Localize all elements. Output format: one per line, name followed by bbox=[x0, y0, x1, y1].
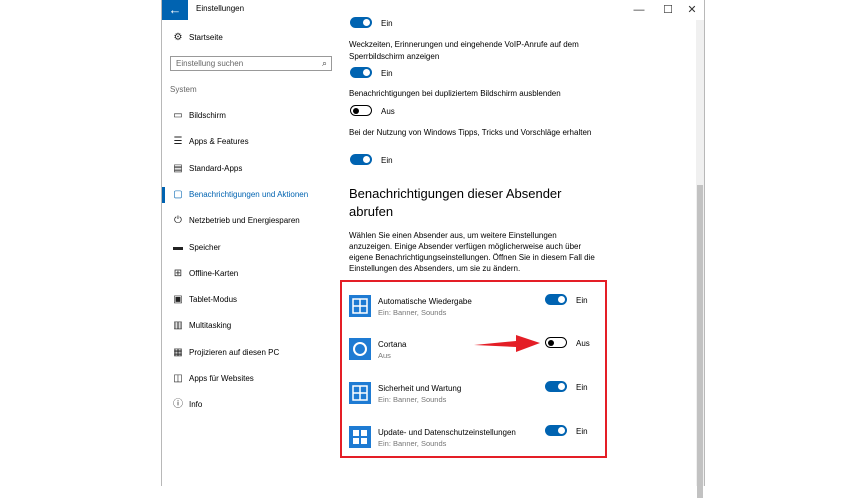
app-status: Ein: Banner, Sounds bbox=[378, 439, 447, 448]
sidebar-item-label: Offline-Karten bbox=[189, 268, 239, 278]
app-row[interactable]: Sicherheit und Wartung Ein: Banner, Sound… bbox=[348, 377, 598, 417]
app-toggle[interactable] bbox=[545, 337, 567, 348]
app-toggle[interactable] bbox=[545, 381, 567, 392]
search-icon: ⌕ bbox=[321, 58, 327, 68]
app-status: Ein: Banner, Sounds bbox=[378, 395, 447, 404]
sidebar-item-label: Apps für Websites bbox=[189, 374, 254, 383]
app-row[interactable]: Update- und Datenschutzeinstellungen Ein:… bbox=[348, 421, 598, 461]
sidebar: ⚙ Startseite Einstellung suchen ⌕ System… bbox=[162, 20, 342, 486]
duplicate-screen-state: Aus bbox=[381, 107, 395, 116]
multitasking-icon: ▥ bbox=[173, 320, 183, 332]
default-apps-icon: ▤ bbox=[173, 162, 183, 174]
sidebar-item-netzbetrieb-und-energiesparen[interactable]: ⏻ Netzbetrieb und Energiesparen bbox=[162, 211, 342, 231]
app-toggle[interactable] bbox=[545, 294, 567, 305]
sidebar-item-label: Speicher bbox=[189, 242, 221, 252]
senders-info: Wählen Sie einen Absender aus, um weiter… bbox=[349, 231, 595, 273]
top-toggle[interactable] bbox=[350, 17, 372, 28]
search-placeholder: Einstellung suchen bbox=[176, 59, 244, 68]
project-icon: ▦ bbox=[173, 346, 183, 358]
minimize-button[interactable]: — bbox=[624, 0, 654, 20]
gear-icon: ⚙ bbox=[173, 32, 183, 43]
senders-heading: Benachrichtigungen dieser Absender abruf… bbox=[349, 186, 562, 219]
windows-tips-state: Ein bbox=[381, 156, 393, 165]
lockscreen-voip-state: Ein bbox=[381, 69, 393, 78]
back-arrow-icon: ← bbox=[168, 2, 182, 17]
sidebar-item-label: Netzbetrieb und Energiesparen bbox=[189, 216, 300, 226]
back-button[interactable]: ← bbox=[162, 0, 188, 20]
sidebar-item-label: Apps & Features bbox=[189, 137, 249, 147]
power-icon: ⏻ bbox=[174, 215, 182, 227]
message-icon: ▢ bbox=[173, 188, 183, 200]
sidebar-item-apps-features[interactable]: ☰ Apps & Features bbox=[162, 132, 342, 152]
duplicate-screen-toggle[interactable] bbox=[350, 105, 372, 116]
duplicate-screen-desc: Benachrichtigungen bei dupliziertem Bild… bbox=[349, 89, 561, 98]
active-indicator bbox=[162, 186, 165, 203]
scrollbar-thumb[interactable] bbox=[697, 185, 703, 498]
sidebar-item-speicher[interactable]: ▬ Speicher bbox=[162, 238, 342, 258]
sidebar-item-tablet-modus[interactable]: ▣ Tablet-Modus bbox=[162, 290, 342, 310]
list-icon: ☰ bbox=[173, 136, 183, 148]
app-row[interactable]: Automatische Wiedergabe Ein: Banner, Soun… bbox=[348, 290, 598, 330]
app-name: Cortana bbox=[378, 340, 407, 349]
sidebar-item-benachrichtigungen-und-aktionen[interactable]: ▢ Benachrichtigungen und Aktionen bbox=[162, 185, 342, 205]
app-toggle[interactable] bbox=[545, 425, 567, 436]
app-name: Automatische Wiedergabe bbox=[378, 297, 472, 306]
app-status: Ein: Banner, Sounds bbox=[378, 308, 447, 317]
app-name: Sicherheit und Wartung bbox=[378, 384, 462, 393]
sidebar-item-label: Tablet-Modus bbox=[189, 295, 238, 305]
windows-tips-toggle[interactable] bbox=[350, 154, 372, 165]
sidebar-item-label: Standard-Apps bbox=[189, 163, 243, 173]
section-label: System bbox=[170, 85, 197, 94]
sidebar-item-label: Bildschirm bbox=[189, 111, 226, 120]
monitor-icon: ▭ bbox=[173, 110, 183, 121]
app-toggle-state: Ein bbox=[576, 383, 588, 392]
arrow-shape bbox=[474, 335, 540, 352]
sidebar-item-label: Projizieren auf diesen PC bbox=[189, 347, 280, 357]
tablet-icon: ▣ bbox=[173, 294, 183, 306]
window-title: Einstellungen bbox=[196, 4, 245, 13]
sidebar-item-label: Multitasking bbox=[189, 321, 232, 331]
lockscreen-voip-toggle[interactable] bbox=[350, 67, 372, 78]
app-toggle-state: Ein bbox=[576, 296, 588, 305]
map-icon: ⊞ bbox=[173, 267, 183, 279]
app-status: Aus bbox=[378, 351, 391, 360]
autoplay-icon bbox=[349, 295, 371, 317]
scrollbar[interactable] bbox=[696, 20, 704, 498]
sidebar-item-label: Info bbox=[189, 400, 203, 410]
web-apps-icon: ◫ bbox=[173, 373, 183, 384]
storage-icon: ▬ bbox=[173, 241, 183, 253]
close-button[interactable]: ✕ bbox=[677, 0, 707, 20]
title-bar: ← Einstellungen — ☐ ✕ bbox=[162, 0, 704, 20]
sidebar-item-label: Benachrichtigungen und Aktionen bbox=[189, 189, 309, 199]
sidebar-item-multitasking[interactable]: ▥ Multitasking bbox=[162, 316, 342, 336]
windows-tips-desc: Bei der Nutzung von Windows Tipps, Trick… bbox=[349, 128, 592, 137]
lockscreen-voip-desc: Weckzeiten, Erinnerungen und eingehende … bbox=[349, 40, 579, 61]
red-arrow bbox=[474, 335, 540, 352]
cortana-icon bbox=[349, 338, 371, 360]
sidebar-item-standard-apps[interactable]: ▤ Standard-Apps bbox=[162, 159, 342, 179]
info-icon: ⓘ bbox=[173, 399, 183, 411]
top-toggle-label: Ein bbox=[381, 19, 393, 28]
app-toggle-state: Aus bbox=[576, 339, 590, 348]
sidebar-item-apps-für-websites[interactable]: ◫ Apps für Websites bbox=[162, 369, 342, 389]
sidebar-item-bildschirm[interactable]: ▭ Bildschirm bbox=[162, 106, 342, 126]
search-input[interactable]: Einstellung suchen ⌕ bbox=[170, 56, 332, 71]
windows-update-icon bbox=[349, 426, 371, 448]
security-maintenance-icon bbox=[349, 382, 371, 404]
sidebar-item-info[interactable]: ⓘ Info bbox=[162, 395, 342, 415]
app-toggle-state: Ein bbox=[576, 427, 588, 436]
app-name: Update- und Datenschutzeinstellungen bbox=[378, 428, 516, 437]
sidebar-item-home[interactable]: ⚙ Startseite bbox=[162, 28, 342, 48]
sidebar-item-projizieren-auf-diesen-pc[interactable]: ▦ Projizieren auf diesen PC bbox=[162, 343, 342, 363]
sidebar-item-offline-karten[interactable]: ⊞ Offline-Karten bbox=[162, 264, 342, 284]
